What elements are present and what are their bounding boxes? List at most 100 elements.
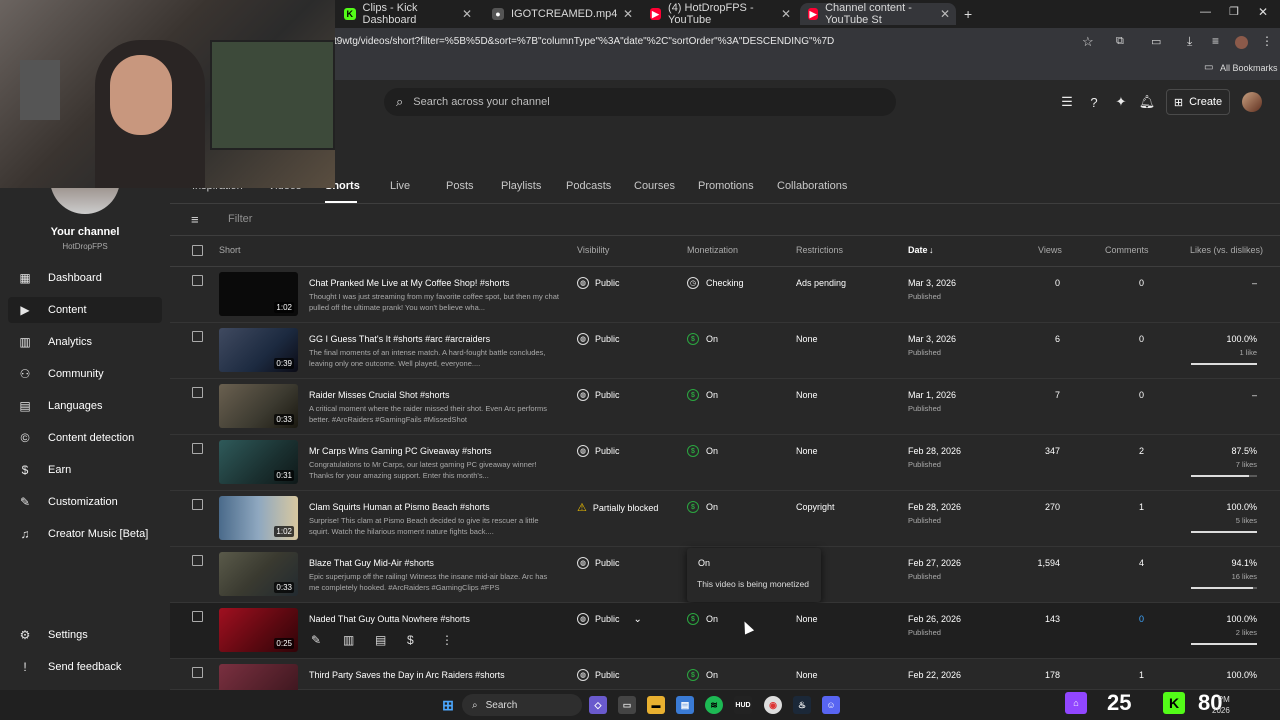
table-row[interactable]	[170, 603, 1280, 659]
task-view-icon[interactable]: ▭	[618, 696, 636, 714]
comments-cell[interactable]: 1	[1139, 670, 1144, 680]
browser-tab-youtube[interactable]: ▶ (4) HotDropFPS - YouTube ✕	[642, 2, 797, 26]
chrome-icon[interactable]: ◉	[764, 696, 782, 714]
sidebar-item-customization[interactable]: ✎ Customization	[8, 489, 162, 515]
row-checkbox[interactable]	[192, 443, 203, 454]
chevron-down-icon[interactable]: ⌄	[634, 614, 642, 625]
monetization-cell[interactable]: ◷ Checking	[687, 277, 744, 289]
window-close-icon[interactable]: ✕	[1258, 5, 1268, 19]
row-checkbox[interactable]	[192, 667, 203, 678]
visibility-cell[interactable]: ◍ Public	[577, 389, 620, 401]
comments-cell[interactable]: 1	[1139, 502, 1144, 512]
tab-podcasts[interactable]: Podcasts	[566, 180, 611, 192]
visibility-cell[interactable]: ◍ Public	[577, 277, 620, 289]
comments-cell[interactable]: 4	[1139, 558, 1144, 568]
browser-tab-studio[interactable]: ▶ Channel content - YouTube St ✕	[800, 2, 956, 26]
video-thumbnail[interactable]: 1:02	[219, 272, 298, 316]
column-views[interactable]: Views	[1038, 245, 1062, 255]
filter-icon[interactable]: ≡	[191, 212, 199, 227]
media-icon[interactable]: ≡	[1212, 34, 1219, 48]
channel-search[interactable]: ⌕ Search across your channel	[384, 88, 896, 116]
visibility-cell[interactable]: ◍ Public	[577, 445, 620, 457]
all-bookmarks[interactable]: All Bookmarks	[1220, 63, 1278, 73]
new-tab-icon[interactable]: +	[964, 6, 972, 22]
visibility-cell[interactable]: ◍ Public ⌄	[577, 613, 642, 625]
video-title[interactable]: GG I Guess That's It #shorts #arc #arcra…	[309, 334, 490, 344]
sidebar-item-dashboard[interactable]: ▦ Dashboard	[8, 265, 162, 291]
monetization-cell[interactable]: $ On	[687, 445, 718, 457]
monetization-cell[interactable]: $ On	[687, 333, 718, 345]
help-icon[interactable]: ?	[1086, 94, 1102, 110]
steam-icon[interactable]: ♨	[793, 696, 811, 714]
tab-posts[interactable]: Posts	[446, 180, 474, 192]
file-explorer-icon[interactable]: ▬	[647, 696, 665, 714]
create-button[interactable]: ⊞ Create	[1166, 89, 1230, 115]
menu-icon[interactable]: ⋮	[1261, 34, 1273, 48]
row-checkbox[interactable]	[192, 331, 203, 342]
sidebar-item-earn[interactable]: $ Earn	[8, 457, 162, 483]
video-title[interactable]: Chat Pranked Me Live at My Coffee Shop! …	[309, 278, 509, 288]
comments-cell[interactable]: 0	[1139, 614, 1144, 624]
widgets-icon[interactable]: ◇	[589, 696, 607, 714]
monetization-cell[interactable]: $ On	[687, 389, 718, 401]
monetization-cell[interactable]: $ On	[687, 613, 718, 625]
column-date[interactable]: Date	[908, 245, 928, 255]
tab-playlists[interactable]: Playlists	[501, 180, 541, 192]
tab-promotions[interactable]: Promotions	[698, 180, 754, 192]
visibility-cell[interactable]: ◍ Public	[577, 669, 620, 681]
visibility-cell[interactable]: ⚠ Partially blocked	[577, 501, 658, 514]
close-icon[interactable]: ✕	[462, 7, 472, 21]
monetization-cell[interactable]: $ On	[687, 669, 718, 681]
sidebar-item-settings[interactable]: ⚙ Settings	[8, 622, 162, 648]
sidebar-item-send-feedback[interactable]: ! Send feedback	[8, 654, 162, 680]
notepad-icon[interactable]: ▤	[676, 696, 694, 714]
dollar-icon[interactable]: $	[407, 633, 414, 647]
restrictions-cell[interactable]: Copyright	[796, 502, 835, 512]
video-title[interactable]: Clam Squirts Human at Pismo Beach #short…	[309, 502, 490, 512]
column-restrictions[interactable]: Restrictions	[796, 245, 843, 255]
sidebar-item-creator-music[interactable]: ♫ Creator Music [Beta]	[8, 521, 162, 547]
profile-icon[interactable]	[1235, 36, 1248, 49]
row-checkbox[interactable]	[192, 499, 203, 510]
video-thumbnail[interactable]: 1:02	[219, 496, 298, 540]
tab-courses[interactable]: Courses	[634, 180, 675, 192]
comments-cell[interactable]: 0	[1139, 390, 1144, 400]
account-avatar[interactable]	[1242, 92, 1262, 112]
windows-start-icon[interactable]: ⊞	[439, 696, 457, 714]
comments-icon[interactable]: ▤	[375, 633, 386, 647]
filter-input[interactable]: Filter	[228, 213, 252, 225]
video-thumbnail[interactable]: 0:25	[219, 608, 298, 652]
row-checkbox[interactable]	[192, 555, 203, 566]
sidebar-item-languages[interactable]: ▤ Languages	[8, 393, 162, 419]
sidebar-item-community[interactable]: ⚇ Community	[8, 361, 162, 387]
more-options-icon[interactable]: ⋮	[441, 633, 453, 647]
notifications-icon[interactable]: 🔔︎	[1139, 94, 1156, 110]
minimize-icon[interactable]: —	[1200, 6, 1211, 18]
monetization-cell[interactable]: $ On	[687, 501, 718, 513]
video-thumbnail[interactable]: 0:33	[219, 384, 298, 428]
captions-icon[interactable]: ☰	[1059, 94, 1075, 110]
tab-collaborations[interactable]: Collaborations	[777, 180, 847, 192]
spotify-icon[interactable]: ≋	[705, 696, 723, 714]
row-checkbox[interactable]	[192, 387, 203, 398]
download-icon[interactable]: ⤓	[1187, 34, 1192, 49]
select-all-checkbox[interactable]	[192, 245, 203, 256]
tab-live[interactable]: Live	[390, 180, 410, 192]
column-comments[interactable]: Comments	[1105, 245, 1149, 255]
comments-cell[interactable]: 0	[1139, 334, 1144, 344]
search-input[interactable]: Search across your channel	[413, 96, 549, 108]
browser-tab-file[interactable]: ● IGOTCREAMED.mp4 ✕	[484, 3, 639, 25]
video-thumbnail[interactable]: 0:33	[219, 552, 298, 596]
column-visibility[interactable]: Visibility	[577, 245, 609, 255]
video-title[interactable]: Mr Carps Wins Gaming PC Giveaway #shorts	[309, 446, 492, 456]
sidebar-item-content[interactable]: ▶ Content	[8, 297, 162, 323]
close-icon[interactable]: ✕	[940, 7, 950, 21]
edit-icon[interactable]: ✎	[311, 633, 321, 647]
video-title[interactable]: Blaze That Guy Mid-Air #shorts	[309, 558, 434, 568]
comments-cell[interactable]: 2	[1139, 446, 1144, 456]
column-monetization[interactable]: Monetization	[687, 245, 738, 255]
video-thumbnail[interactable]: 0:31	[219, 440, 298, 484]
comments-cell[interactable]: 0	[1139, 278, 1144, 288]
cast-icon[interactable]: ▭	[1151, 35, 1161, 48]
video-thumbnail[interactable]: 0:39	[219, 328, 298, 372]
